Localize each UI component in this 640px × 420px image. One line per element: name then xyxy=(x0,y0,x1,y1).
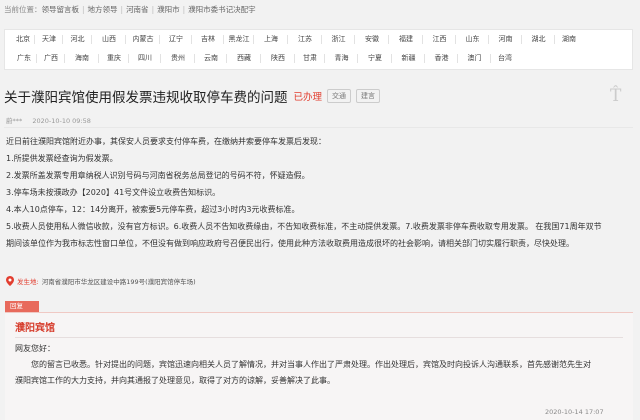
region-link[interactable]: 浙江 xyxy=(322,30,355,49)
region-link[interactable]: 青海 xyxy=(325,49,358,68)
breadcrumb-item[interactable]: 濮阳市 xyxy=(157,4,180,15)
region-link[interactable]: 海南 xyxy=(65,49,99,68)
breadcrumb-item[interactable]: 濮阳市委书记决配宇 xyxy=(188,4,256,15)
region-link[interactable]: 吉林 xyxy=(192,30,224,49)
reply-author: 濮阳宾馆 xyxy=(15,323,55,334)
region-link[interactable]: 山东 xyxy=(456,30,489,49)
region-link[interactable]: 香港 xyxy=(425,49,458,68)
breadcrumb-item[interactable]: 领导留言板 xyxy=(42,4,80,15)
reply-line: 濮阳宾馆工作的大力支持，并向其通报了处理意见，取得了对方的谅解，妥善解决了此事。 xyxy=(15,376,335,385)
body-line: 2.发票所盖发票专用章纳税人识别号码与河南省税务总局登记的号码不符，怀疑造假。 xyxy=(6,171,310,180)
post-title-row: 关于濮阳宾馆使用假发票违规收取停车费的问题 已办理 交通 建言 xyxy=(4,86,381,106)
translate-icon[interactable]: T̂ xyxy=(610,86,621,106)
category-tag[interactable]: 交通 xyxy=(327,89,352,103)
body-line: 5.收费人员使用私人微信收款，没有官方标识。6.收费人员不告知收费缘由，不告知收… xyxy=(6,222,602,231)
region-link[interactable]: 广东 xyxy=(11,49,37,68)
reply-box: 濮阳宾馆 网友您好： 您的留言已收悉。针对提出的问题，宾馆迅速向相关人员了解情况… xyxy=(5,313,633,420)
author: 蔚*** xyxy=(6,117,23,125)
category-tag[interactable]: 建言 xyxy=(356,89,381,103)
region-link[interactable]: 江西 xyxy=(423,30,456,49)
page-title: 关于濮阳宾馆使用假发票违规收取停车费的问题 xyxy=(4,90,288,106)
region-link[interactable]: 贵州 xyxy=(161,49,195,68)
breadcrumb-prefix: 当前位置： xyxy=(4,4,42,14)
location-label: 发生地: xyxy=(17,278,39,286)
reply-tag: 回复 xyxy=(5,301,39,312)
body-line: 4.本人10点停车，12：14分离开，被索要5元停车费，超过3小时内3元收费标准… xyxy=(6,205,300,214)
region-link[interactable]: 四川 xyxy=(129,49,161,68)
region-link[interactable]: 黑龙江 xyxy=(224,30,254,49)
region-link[interactable]: 福建 xyxy=(389,30,423,49)
region-selector: 北京 天津 河北 山西 内蒙古 辽宁 吉林 黑龙江 上海 江苏 浙江 安徽 福建 江西 山东 河南 湖北 湖南 广… xyxy=(4,29,633,70)
region-row: 北京 天津 河北 山西 内蒙古 辽宁 吉林 黑龙江 上海 江苏 浙江 安徽 福建 江西 山东 河南 湖北 湖南 xyxy=(5,30,632,49)
body-line: 3.停车场未按濮政办【2020】41号文件设立收费告知标识。 xyxy=(6,188,221,197)
location: 发生地: 河南省濮阳市华龙区建设中路199号(濮阳宾馆停车场) xyxy=(6,275,196,287)
breadcrumb-item[interactable]: 地方领导 xyxy=(88,4,118,15)
body-line: 1.所提供发票经查询为假发票。 xyxy=(6,154,118,163)
region-link[interactable]: 重庆 xyxy=(99,49,129,68)
post-datetime: 2020-10-10 09:58 xyxy=(32,117,91,125)
region-link[interactable]: 湖北 xyxy=(522,30,555,49)
region-link[interactable]: 云南 xyxy=(195,49,227,68)
region-link[interactable]: 广西 xyxy=(37,49,65,68)
region-link[interactable]: 辽宁 xyxy=(160,30,192,49)
divider xyxy=(4,127,633,128)
region-link[interactable]: 湖南 xyxy=(555,30,583,49)
breadcrumb-item[interactable]: 河南省 xyxy=(126,4,149,15)
region-link[interactable]: 内蒙古 xyxy=(126,30,160,49)
region-link[interactable]: 陕西 xyxy=(261,49,295,68)
region-link[interactable]: 甘肃 xyxy=(295,49,325,68)
region-link[interactable]: 新疆 xyxy=(392,49,425,68)
breadcrumb: 当前位置： 领导留言板 | 地方领导 | 河南省 | 濮阳市 | 濮阳市委书记决… xyxy=(4,4,256,15)
region-link[interactable]: 河南 xyxy=(489,30,522,49)
region-link[interactable]: 北京 xyxy=(11,30,35,49)
location-pin-icon xyxy=(6,276,14,286)
region-link[interactable]: 河北 xyxy=(63,30,92,49)
region-link[interactable]: 台湾 xyxy=(491,49,519,68)
reply-line: 您的留言已收悉。针对提出的问题，宾馆迅速向相关人员了解情况，并对当事人作出了严肃… xyxy=(31,360,591,369)
region-link[interactable]: 安徽 xyxy=(355,30,389,49)
region-link[interactable]: 天津 xyxy=(35,30,63,49)
reply-body: 网友您好： 您的留言已收悉。针对提出的问题，宾馆迅速向相关人员了解情况，并对当事… xyxy=(15,341,627,389)
body-line: 期间该单位作为我市标志性窗口单位，不但没有做到响应政府号召便民出行，使用此种方法… xyxy=(6,239,574,248)
post-body: 近日前往濮阳宾馆附近办事，其保安人员要求支付停车费，在缴纳并索要停车发票后发现：… xyxy=(6,133,633,252)
region-row: 广东 广西 海南 重庆 四川 贵州 云南 西藏 陕西 甘肃 青海 宁夏 新疆 香港 澳门 台湾 xyxy=(5,49,632,68)
divider xyxy=(15,337,623,338)
region-link[interactable]: 上海 xyxy=(254,30,288,49)
body-line: 近日前往濮阳宾馆附近办事，其保安人员要求支付停车费，在缴纳并索要停车发票后发现： xyxy=(6,137,326,146)
region-link[interactable]: 江苏 xyxy=(288,30,322,49)
region-link[interactable]: 宁夏 xyxy=(358,49,392,68)
region-link[interactable]: 山西 xyxy=(92,30,126,49)
location-address: 河南省濮阳市华龙区建设中路199号(濮阳宾馆停车场) xyxy=(41,278,196,286)
page: 当前位置： 领导留言板 | 地方领导 | 河南省 | 濮阳市 | 濮阳市委书记决… xyxy=(0,0,640,420)
region-link[interactable]: 澳门 xyxy=(458,49,491,68)
reply-datetime: 2020-10-14 17:07 xyxy=(545,408,604,416)
reply-greeting: 网友您好： xyxy=(15,344,55,353)
post-meta: 蔚*** 2020-10-10 09:58 xyxy=(6,115,91,125)
region-link[interactable]: 西藏 xyxy=(227,49,261,68)
status-badge: 已办理 xyxy=(293,92,323,103)
